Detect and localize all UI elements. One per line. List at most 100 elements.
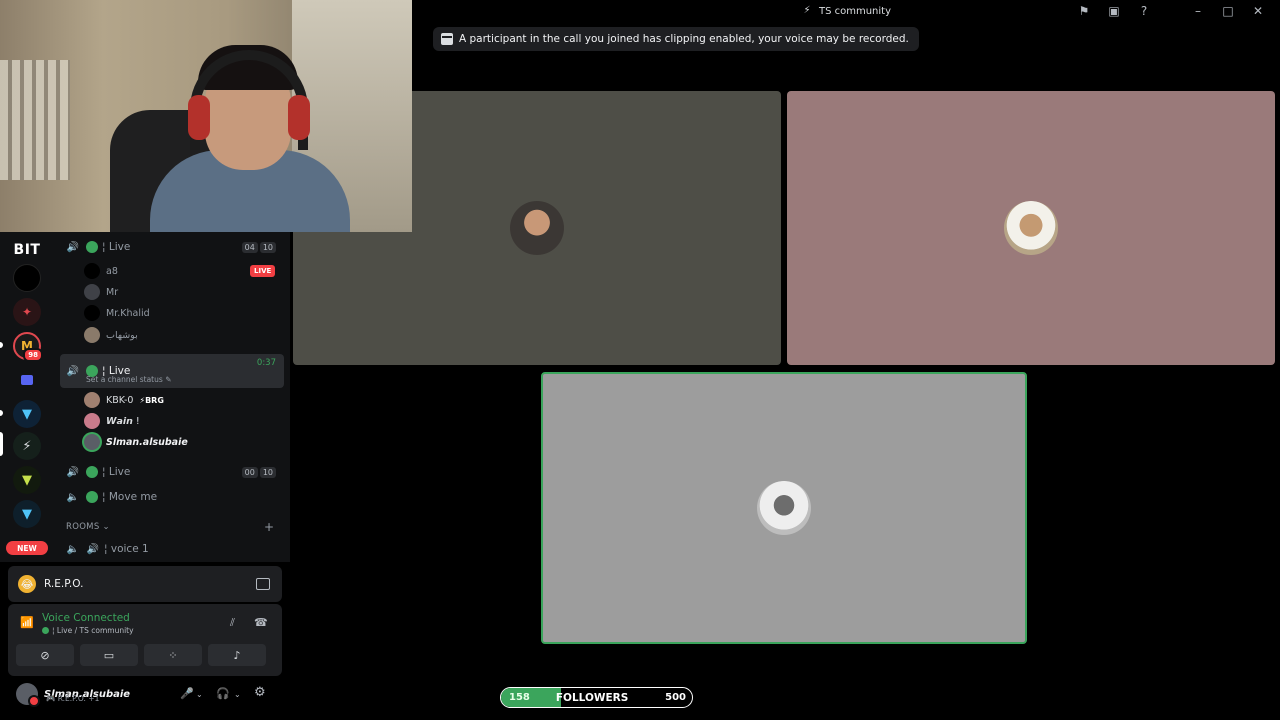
window-title: ⚡ TS community [801, 5, 891, 17]
activities-button[interactable]: ⁘ [144, 644, 202, 666]
clapperboard-icon [441, 33, 453, 45]
activity-name: R.E.P.O. [44, 578, 84, 590]
minimize-icon[interactable]: – [1190, 3, 1206, 19]
status-dot [86, 241, 98, 253]
voice-user[interactable]: 𝙒𝙖𝙞𝙣 ! [84, 411, 140, 431]
server-icon[interactable]: ✦ [13, 298, 41, 326]
user-name: a8 [106, 265, 118, 277]
participant-tile-speaking[interactable] [541, 372, 1027, 644]
activity-screen-icon[interactable] [256, 578, 270, 590]
triangle-logo-icon: ▼ [22, 472, 32, 488]
user-count: 04 10 [241, 241, 276, 253]
voice-status[interactable]: Voice Connected [42, 612, 130, 624]
channel-name: ¦ Live [102, 241, 131, 253]
add-channel-icon[interactable]: + [264, 520, 274, 534]
user-tag: ⚡BRG [139, 395, 164, 405]
screen-icon[interactable]: ▣ [1106, 3, 1122, 19]
headphones-icon[interactable]: 🎧 [216, 687, 230, 700]
selected-pill [0, 432, 3, 456]
status-dot [86, 491, 98, 503]
new-servers-badge[interactable]: NEW [6, 541, 48, 555]
user-panel: Slman.alsubaie 🎮 R.E.P.O. +1 🎤 ⌄ 🎧 ⌄ ⚙ [8, 678, 282, 710]
share-screen-button[interactable]: ▭ [80, 644, 138, 666]
voice-channel-live-current[interactable]: 🔊 ¦ Live 0:37 Set a channel status ✎ [60, 354, 284, 388]
voice-channel-voice1[interactable]: 🔈 🔊 ¦ voice 1 [60, 538, 284, 560]
channel-name: ¦ voice 1 [104, 543, 149, 555]
user-name: Mr [106, 286, 119, 298]
avatar [84, 284, 100, 300]
maximize-icon[interactable]: □ [1220, 3, 1236, 19]
voice-location[interactable]: ¦ Live / TS community [42, 626, 134, 635]
speaker-icon: 🔈 [66, 491, 80, 503]
camera-off-button[interactable]: ⊘ [16, 644, 74, 666]
user-name: 𝙒𝙖𝙞𝙣 ! [106, 415, 140, 427]
avatar [84, 392, 100, 408]
user-name: KBK-0 [106, 394, 134, 406]
avatar [84, 434, 100, 450]
close-icon[interactable]: ✕ [1250, 3, 1266, 19]
limit-count: 10 [259, 466, 276, 478]
help-icon[interactable]: ? [1136, 3, 1152, 19]
status-dot [86, 466, 98, 478]
microphone-icon[interactable]: 🎤 [180, 687, 194, 700]
server-icon[interactable]: ▼ [13, 466, 41, 494]
current-count: 00 [241, 466, 258, 478]
followers-goal-bar: 158 FOLLOWERS 500 [500, 687, 693, 708]
noise-suppression-icon[interactable]: ⫽ [230, 616, 235, 630]
activity-panel[interactable]: 😂 R.E.P.O. [8, 566, 282, 602]
window-title-text: TS community [818, 5, 892, 17]
user-name: بوشهاب [106, 329, 138, 341]
voice-channel-live[interactable]: 🔊 ¦ Live 00 10 [60, 461, 284, 483]
voice-user[interactable]: Mr.Khalid [84, 303, 150, 323]
category-rooms[interactable]: ROOMS ⌄ [66, 522, 110, 532]
mention-badge: 98 [23, 348, 43, 362]
voice-user[interactable]: KBK-0 ⚡BRG [84, 390, 164, 410]
avatar [84, 263, 100, 279]
server-icon[interactable]: ▼ [13, 400, 41, 428]
status-dot [42, 627, 49, 634]
voice-channel-live[interactable]: 🔊 ¦ Live 04 10 [60, 236, 284, 258]
voice-channel-move[interactable]: 🔈 ¦ Move me [60, 486, 284, 508]
triangle-logo-icon: ▼ [22, 406, 32, 422]
followers-label: FOLLOWERS [555, 691, 629, 704]
server-rail: BIT ✦ M 98 ▼ ⚡ ▼ ▼ [0, 232, 54, 562]
game-emoji-icon: 😂 [18, 575, 36, 593]
server-bit-logo[interactable]: BIT [8, 236, 46, 264]
server-icon[interactable]: ▼ [13, 500, 41, 528]
channel-name: ¦ Move me [102, 491, 158, 503]
gear-icon[interactable]: ⚙ [254, 685, 266, 700]
chevron-down-icon[interactable]: ⌄ [196, 690, 203, 699]
voice-user[interactable]: بوشهاب [84, 325, 138, 345]
folder-icon[interactable] [13, 366, 41, 394]
soundboard-button[interactable]: ♪ [208, 644, 266, 666]
voice-user[interactable]: a8 [84, 261, 118, 281]
channel-status[interactable]: Set a channel status ✎ [86, 375, 171, 384]
creature-icon: ✦ [21, 305, 33, 319]
live-badge: LIVE [250, 265, 276, 277]
speaker-icon: 🔈 [66, 543, 80, 555]
triangle-logo-icon: ▼ [22, 506, 32, 522]
server-logo-text: BIT [13, 242, 41, 258]
server-icon[interactable] [13, 264, 41, 292]
disconnect-icon[interactable]: ☎ [254, 616, 268, 629]
voice-user-self[interactable]: Slman.alsubaie [84, 432, 188, 452]
participant-avatar [757, 481, 811, 535]
signal-icon: 📶 [20, 616, 34, 629]
chevron-down-icon[interactable]: ⌄ [234, 690, 241, 699]
server-icon[interactable]: M 98 [13, 332, 43, 362]
avatar [84, 413, 100, 429]
voice-connected-panel: 📶 Voice Connected ¦ Live / TS community … [8, 604, 282, 676]
flag-icon[interactable]: ⚑ [1076, 3, 1092, 19]
participant-avatar [1004, 201, 1058, 255]
current-count: 04 [241, 241, 258, 253]
avatar[interactable] [16, 683, 40, 707]
voice-limit-icon: 🔊 [66, 365, 80, 377]
pencil-icon: ✎ [165, 375, 172, 384]
channel-status-text: Set a channel status [86, 375, 163, 384]
voice-user[interactable]: Mr [84, 282, 118, 302]
clipping-notice-text: A participant in the call you joined has… [459, 33, 909, 45]
participant-tile[interactable] [787, 91, 1275, 365]
call-timer: 0:37 [256, 358, 276, 368]
server-icon-selected[interactable]: ⚡ [13, 432, 41, 460]
followers-goal: 500 [665, 692, 686, 703]
